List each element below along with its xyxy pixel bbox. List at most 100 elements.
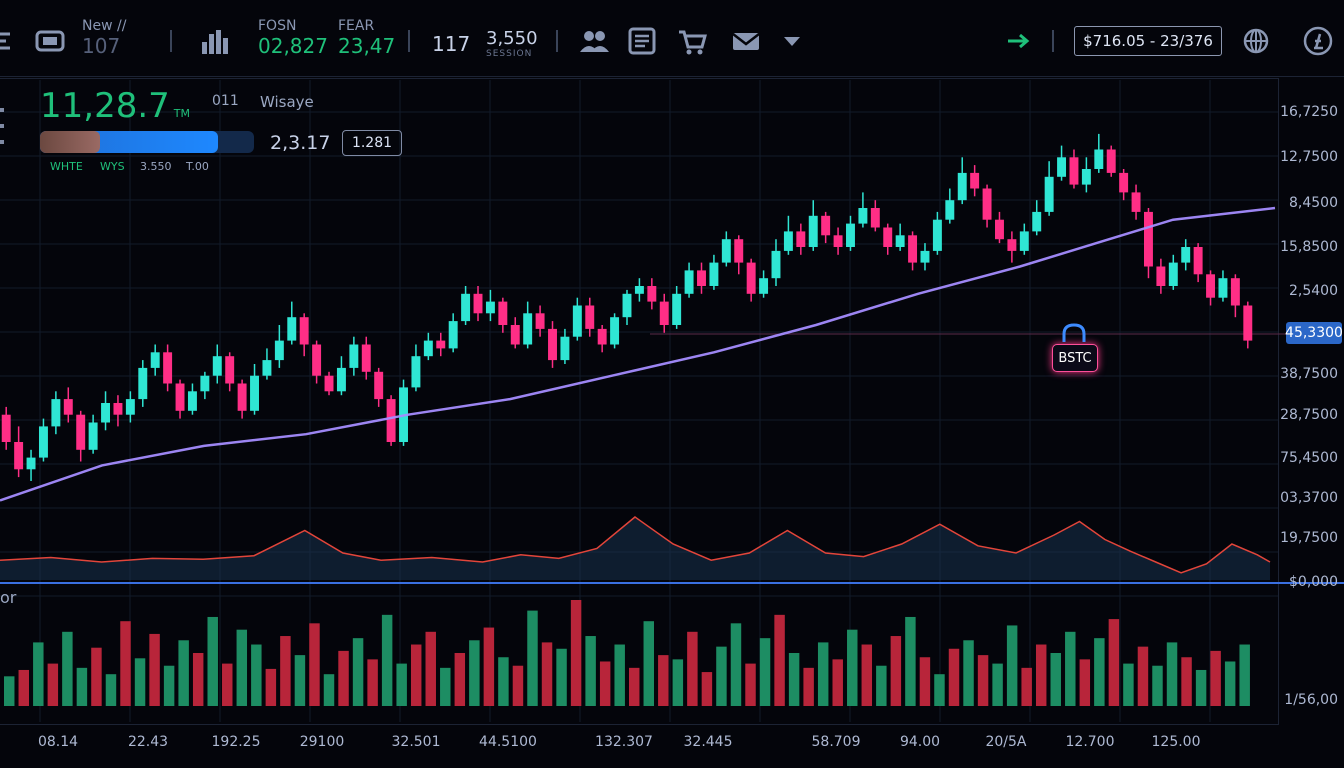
volume-bar (905, 616, 916, 706)
volume-bar (759, 638, 771, 706)
range-slider-handle[interactable] (40, 131, 100, 153)
candle-body (125, 399, 135, 415)
candle-body (1106, 149, 1116, 173)
volume-bar (1137, 646, 1149, 706)
candle-body (349, 344, 359, 368)
candle-body (833, 235, 843, 247)
volume-bar (18, 669, 29, 706)
candle-body (783, 231, 793, 251)
volume-bar (222, 663, 233, 706)
volume-bar (643, 621, 654, 706)
volume-bar (425, 631, 436, 706)
candle-body (709, 262, 719, 286)
candle-body (88, 422, 98, 450)
volume-bar (483, 627, 495, 706)
volume-bar (207, 616, 218, 706)
candle-body (63, 399, 73, 415)
volume-bar (120, 621, 131, 706)
candle-body (473, 293, 483, 314)
candle-body (560, 336, 570, 361)
volume-bar (236, 629, 248, 706)
candle-body (374, 371, 384, 400)
candle-body (138, 367, 148, 400)
volume-bar (294, 655, 306, 706)
candle-body (324, 375, 334, 392)
volume-bar (977, 655, 989, 706)
volume-bar (614, 644, 625, 706)
y-tick-label: 19,7500 (1280, 530, 1338, 546)
candle-body (1206, 274, 1216, 298)
x-tick-label: 94.00 (899, 734, 941, 750)
volume-bar (934, 674, 945, 706)
candle-body (225, 356, 235, 384)
candle-body (883, 227, 893, 247)
oscillator-area (0, 517, 1270, 580)
value-input-box[interactable]: 1.281 (342, 130, 402, 156)
candle-body (361, 344, 371, 372)
volume-bar (948, 648, 960, 706)
volume-bar (832, 659, 843, 706)
volume-bar (178, 640, 189, 706)
x-tick-label: 32.501 (391, 734, 441, 750)
volume-bar (1123, 663, 1134, 706)
volume-bar (91, 647, 102, 706)
candle-body (858, 208, 868, 224)
volume-bar (774, 614, 785, 706)
lock-icon (1060, 322, 1088, 344)
range-slider[interactable] (40, 131, 254, 153)
candle-body (237, 383, 247, 411)
volume-bar (469, 640, 480, 706)
x-tick-label: 08.14 (37, 734, 79, 750)
volume-bar (701, 672, 713, 706)
y-tick-label: 16,7250 (1280, 104, 1338, 120)
volume-bar (556, 648, 567, 706)
candle-body (1, 414, 11, 442)
volume-bar (890, 636, 902, 706)
candle-body (771, 250, 781, 279)
volume-bar (309, 623, 320, 706)
ticker-name: Wisaye (260, 93, 314, 111)
volume-bar (1050, 653, 1061, 706)
volume-bar (1195, 669, 1207, 706)
candle-body (697, 270, 706, 286)
volume-bar (745, 663, 756, 706)
candle-body (312, 344, 322, 376)
candle-body (1143, 211, 1153, 267)
volume-bar (1108, 619, 1120, 706)
candle-body (510, 325, 520, 345)
candle-body (448, 321, 458, 349)
y-tick-label: 75,4500 (1280, 450, 1338, 466)
y-tick-label: 2,5400 (1289, 283, 1338, 299)
candle-body (150, 352, 160, 368)
candle-body (1007, 239, 1017, 251)
candle-body (659, 301, 669, 325)
candle-body (895, 235, 905, 247)
candle-body (1193, 247, 1203, 275)
candle-body (101, 403, 111, 423)
candle-body (1057, 157, 1067, 177)
x-tick-label: 132.307 (595, 734, 653, 750)
volume-bar (1224, 661, 1236, 706)
volume-bar (1210, 650, 1221, 706)
price-chart[interactable] (0, 0, 1344, 768)
candle-body (622, 293, 632, 318)
volume-bar (367, 659, 378, 706)
slider-label: T.00 (186, 160, 209, 173)
volume-bar (149, 633, 160, 706)
y-tick-label: 38,7500 (1280, 366, 1338, 382)
slider-label: 3.550 (140, 160, 172, 173)
candle-body (200, 375, 210, 392)
candle-body (1181, 247, 1191, 263)
candle-body (1131, 192, 1141, 212)
candle-body (647, 286, 657, 302)
x-tick-label: 125.00 (1151, 734, 1201, 750)
volume-bar (585, 636, 596, 706)
candle-body (386, 399, 396, 442)
volume-bar (163, 665, 175, 706)
candle-body (1119, 172, 1129, 193)
btc-price-tag[interactable]: BSTC (1052, 344, 1098, 372)
y-tick-label-highlighted: 45,3300 (1285, 322, 1343, 344)
candle-body (1243, 305, 1253, 341)
hamburger-menu-icon[interactable] (0, 104, 18, 150)
slider-label: WHTE (50, 160, 83, 173)
